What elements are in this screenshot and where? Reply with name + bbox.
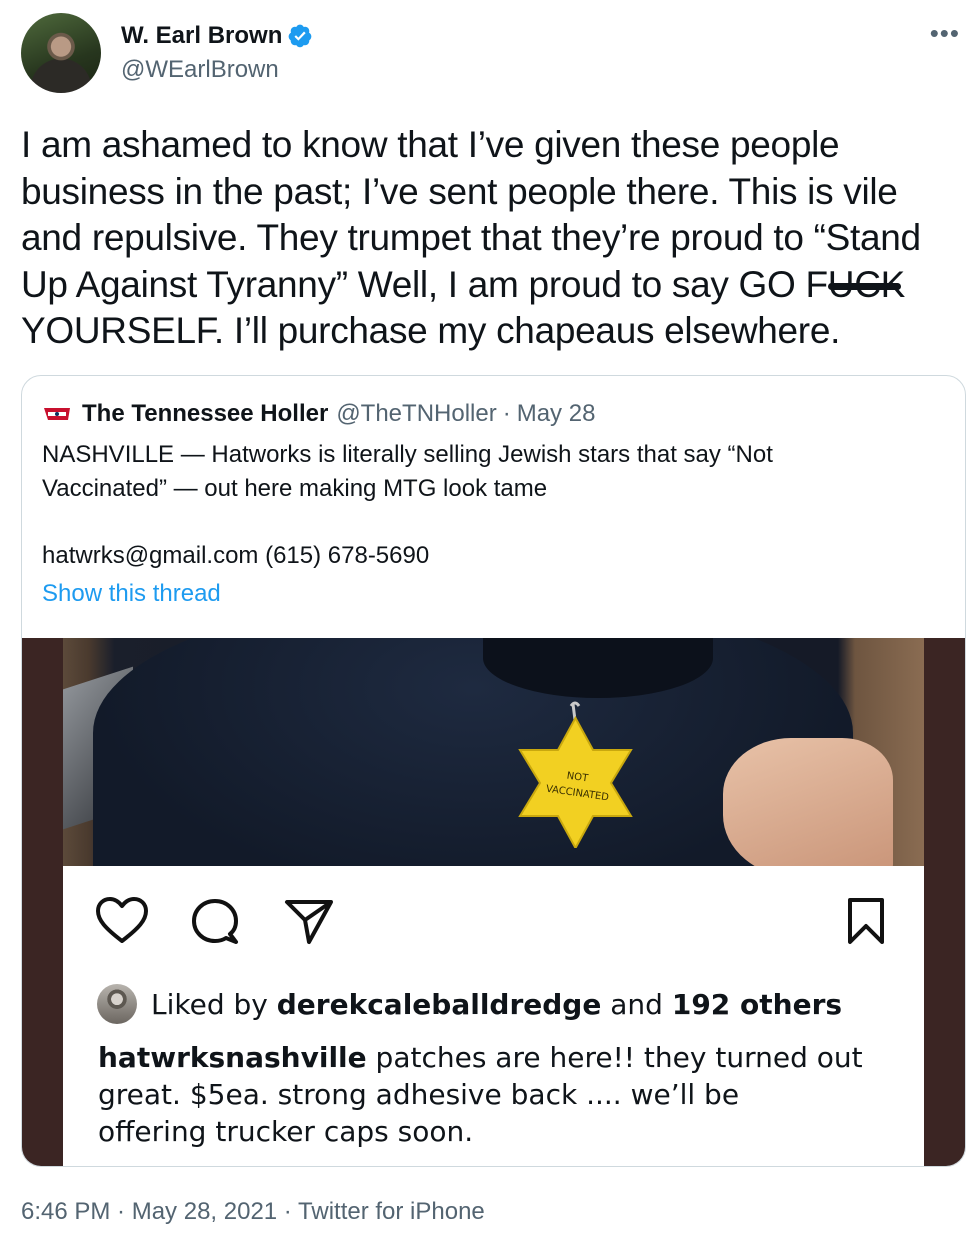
liked-by-prefix: Liked by [151,987,268,1021]
instagram-caption: hatwrksnashville patches are here!! they… [98,1039,898,1150]
censored-word: UCK [827,262,905,309]
quoted-author-name[interactable]: The Tennessee Holler [82,400,328,428]
liked-by-and: and [610,987,663,1021]
media-photo: NOT VACCINATED [63,638,924,866]
meta-separator: · [502,400,511,427]
censor-bar [827,282,902,290]
show-thread-link[interactable]: Show this thread [42,580,221,608]
tn-holler-logo [42,404,72,424]
liker-avatar [97,984,137,1024]
heart-icon [96,897,148,943]
tweet-text: I am ashamed to know that I’ve given the… [21,124,921,351]
instagram-likes-line: Liked by derekcaleballdredge and 192 oth… [97,984,842,1024]
more-horizontal-icon[interactable]: ••• [930,20,960,46]
star-patch-image: NOT VACCINATED [518,701,633,848]
quoted-author-handle[interactable]: @TheTNHoller [336,400,496,428]
author-handle[interactable]: @WEarlBrown [121,56,279,84]
share-icon [285,900,333,944]
author-name[interactable]: W. Earl Brown [121,22,282,50]
verified-badge-icon [288,24,312,48]
bookmark-icon [848,898,884,944]
liked-by-others: 192 others [671,987,843,1021]
tweet-timestamp-source[interactable]: 6:46 PM · May 28, 2021 · Twitter for iPh… [21,1198,485,1226]
author-avatar[interactable] [21,13,101,93]
quoted-tweet-date[interactable]: May 28 [517,400,596,428]
author-name-row[interactable]: W. Earl Brown [121,22,313,50]
quoted-tweet[interactable]: The Tennessee Holler @TheTNHoller · May … [21,375,966,1167]
quoted-tweet-media[interactable]: NOT VACCINATED Liked by derekcaleballdre… [22,638,965,1166]
caption-user: hatwrksnashville [98,1041,367,1074]
instagram-post-screenshot: Liked by derekcaleballdredge and 192 oth… [63,866,924,1166]
liked-by-user: derekcaleballdredge [276,987,602,1021]
quoted-tweet-header: The Tennessee Holler @TheTNHoller · May … [42,400,595,428]
quoted-tweet-text: NASHVILLE — Hatworks is literally sellin… [42,441,773,569]
comment-icon [192,899,238,944]
